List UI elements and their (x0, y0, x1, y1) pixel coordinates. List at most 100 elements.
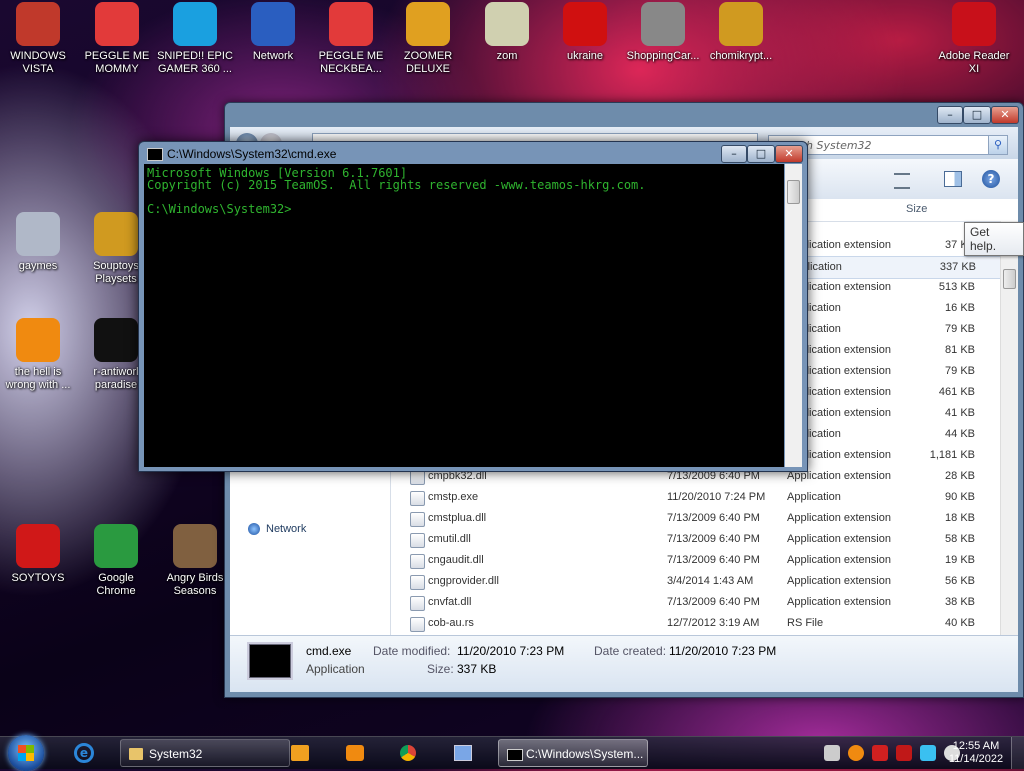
desktop-icon-label: SNIPED!! EPIC GAMER 360 ... (157, 50, 233, 75)
details-created-value: 11/20/2010 7:23 PM (669, 644, 777, 658)
adobe-reader-icon (952, 2, 996, 46)
column-size[interactable]: Size (906, 203, 927, 215)
clock-time: 12:55 AM (952, 740, 1000, 752)
file-size: 81 KB (945, 344, 975, 356)
tray-search-icon[interactable] (848, 745, 864, 761)
tray-security-icon[interactable] (896, 745, 912, 761)
tray-flag-icon[interactable] (872, 745, 888, 761)
scroll-thumb[interactable] (1003, 269, 1016, 289)
file-size: 19 KB (945, 554, 975, 566)
tray-app-icon[interactable] (824, 745, 840, 761)
file-name: cmstplua.dll (428, 512, 487, 524)
cmd-maximize-button[interactable]: □ (747, 145, 775, 163)
chrome-taskbar-icon[interactable] (400, 745, 416, 761)
windows-vista-icon (16, 2, 60, 46)
file-name: cngaudit.dll (428, 554, 484, 566)
details-created-label: Date created: (594, 644, 667, 658)
desktop-icon-label: SOYTOYS (11, 572, 65, 584)
details-file-name: cmd.exe (306, 644, 352, 658)
file-size: 44 KB (945, 428, 975, 440)
nav-item-network[interactable]: Network (248, 523, 306, 536)
cmd-file-icon (249, 644, 291, 678)
tray-network-icon[interactable] (920, 745, 936, 761)
cmd-app-icon (147, 148, 163, 161)
cmd-minimize-button[interactable]: – (721, 145, 747, 163)
file-icon (410, 575, 425, 590)
mouse-cursor-icon (1003, 202, 1015, 218)
cmd-window[interactable]: C:\Windows\System32\cmd.exe – □ ✕ Micros… (138, 141, 808, 472)
desktop-icon[interactable]: the hell is wrong with ... (0, 318, 76, 392)
angry-birds-icon (173, 524, 217, 568)
table-row[interactable]: cmstp.exe 11/20/2010 7:24 PM Application 90… (406, 487, 1006, 508)
file-date: 7/13/2009 6:40 PM (667, 533, 760, 545)
search-icon[interactable]: ⚲ (988, 135, 1008, 155)
desktop-icon[interactable]: Adobe Reader XI (936, 2, 1012, 76)
desktop-icon-label: chomikrypt... (709, 50, 773, 62)
table-row[interactable]: cmutil.dll 7/13/2009 6:40 PM Application e… (406, 529, 1006, 550)
desktop-icon[interactable]: PEGGLE ME MOMMY (79, 2, 155, 76)
file-size: 79 KB (945, 323, 975, 335)
taskbar: e System32 C:\Windows\System... 12:55 AM… (0, 735, 1024, 771)
skype-icon (173, 2, 217, 46)
preview-pane-icon[interactable] (944, 171, 962, 187)
start-button[interactable] (8, 735, 44, 771)
desktop-icon[interactable]: Angry Birds Seasons (157, 524, 233, 598)
remote-desktop-icon[interactable] (454, 745, 472, 761)
console-output[interactable]: Microsoft Windows [Version 6.1.7601] Copy… (144, 164, 784, 467)
show-desktop-button[interactable] (1011, 737, 1024, 769)
file-size: 337 KB (939, 261, 976, 273)
clock[interactable]: 12:55 AM 11/14/2022 (948, 740, 1004, 766)
cmd-scrollbar[interactable] (785, 164, 802, 467)
desktop-icon-label: ZOOMER DELUXE (403, 50, 453, 75)
file-date: 7/13/2009 6:40 PM (667, 512, 760, 524)
console-prompt[interactable]: C:\Windows\System32> (147, 203, 781, 215)
desktop-icon[interactable]: Google Chrome (78, 524, 154, 598)
table-row[interactable]: cngaudit.dll 7/13/2009 6:40 PM Application… (406, 550, 1006, 571)
taskbar-cmd-button[interactable]: C:\Windows\System... (498, 739, 648, 767)
zuma-icon (406, 2, 450, 46)
desktop-icon[interactable]: zom (469, 2, 545, 63)
file-icon (410, 491, 425, 506)
minimize-button[interactable]: – (937, 106, 963, 124)
details-pane: cmd.exe Application Date modified: 11/20… (230, 635, 1018, 692)
desktop-icon[interactable]: ZOOMER DELUXE (390, 2, 466, 76)
console-line-copyright: Copyright (c) 2015 TeamOS. All rights re… (147, 178, 646, 192)
cmd-scroll-thumb[interactable] (787, 180, 800, 204)
file-size: 40 KB (945, 617, 975, 629)
file-icon (410, 512, 425, 527)
folder-icon (129, 748, 143, 760)
desktop-icon[interactable]: gaymes (0, 212, 76, 273)
details-size-value: 337 KB (457, 662, 497, 676)
uc-browser-icon (16, 318, 60, 362)
desktop-icon[interactable]: WINDOWS VISTA (0, 2, 76, 76)
close-button[interactable]: ✕ (991, 106, 1019, 124)
table-row[interactable]: cmstplua.dll 7/13/2009 6:40 PM Application… (406, 508, 1006, 529)
uc-browser-taskbar-icon[interactable] (346, 745, 364, 761)
desktop-icon[interactable]: SNIPED!! EPIC GAMER 360 ... (157, 2, 233, 76)
table-row[interactable]: cnvfat.dll 7/13/2009 6:40 PM Application e… (406, 592, 1006, 613)
cmd-close-button[interactable]: ✕ (775, 145, 803, 163)
network-icon (251, 2, 295, 46)
view-options-icon[interactable] (894, 173, 910, 189)
desktop-icon[interactable]: SOYTOYS (0, 524, 76, 585)
desktop-icon[interactable]: ShoppingCar... (625, 2, 701, 63)
media-player-icon[interactable] (291, 745, 309, 761)
flash-icon (641, 2, 685, 46)
clock-app-icon (94, 212, 138, 256)
details-modified-value: 11/20/2010 7:23 PM (457, 644, 565, 658)
table-row[interactable]: cngprovider.dll 3/4/2014 1:43 AM Applicati… (406, 571, 1006, 592)
desktop-icon[interactable]: ukraine (547, 2, 623, 63)
table-row[interactable]: cob-au.rs 12/7/2012 3:19 AM RS File 40 KB (406, 613, 1006, 634)
file-size: 38 KB (945, 596, 975, 608)
desktop-icon[interactable]: chomikrypt... (703, 2, 779, 63)
desktop-icon[interactable]: Network (235, 2, 311, 63)
vertical-scrollbar[interactable] (1000, 221, 1018, 636)
file-icon (410, 533, 425, 548)
peggle-icon (329, 2, 373, 46)
desktop-icon[interactable]: PEGGLE ME NECKBEA... (313, 2, 389, 76)
ie-icon[interactable]: e (74, 743, 94, 763)
file-name: cmutil.dll (428, 533, 471, 545)
maximize-button[interactable]: □ (963, 106, 991, 124)
taskbar-explorer-button[interactable]: System32 (120, 739, 290, 767)
help-icon[interactable]: ? (982, 170, 1000, 188)
